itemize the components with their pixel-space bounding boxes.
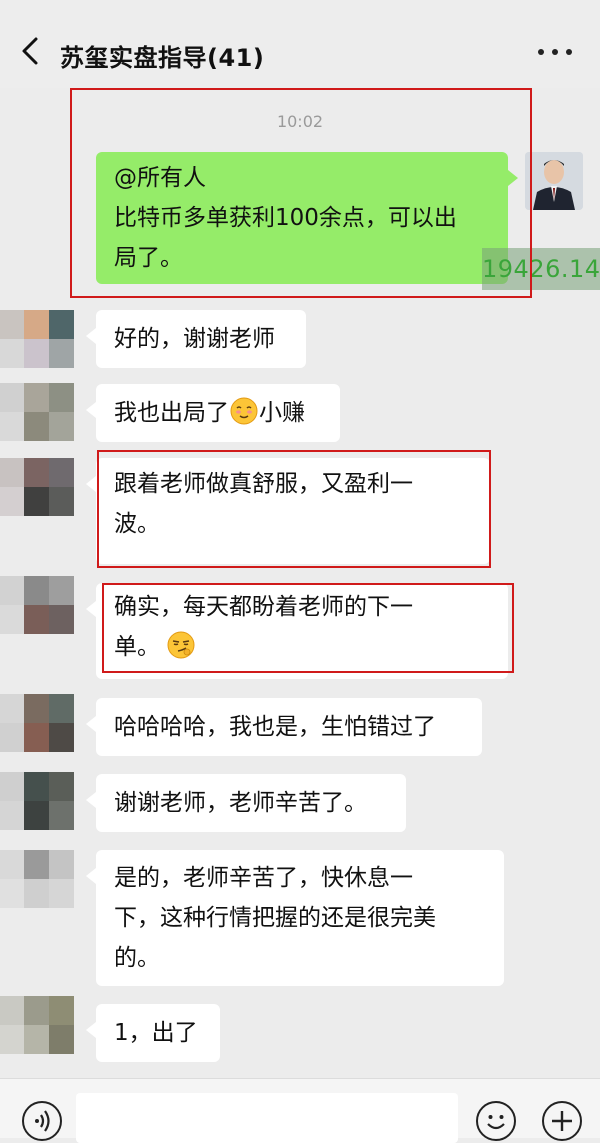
highlight-box-outgoing — [70, 88, 532, 298]
add-icon[interactable] — [542, 1101, 582, 1141]
avatar[interactable] — [0, 576, 74, 634]
message-line: 下，这种行情把握的还是很完美 — [114, 905, 436, 931]
incoming-message[interactable]: 我也出局了 小赚 — [86, 384, 340, 442]
message-line: 是的，老师辛苦了，快休息一 — [114, 865, 413, 891]
incoming-message[interactable]: 1，出了 — [86, 1004, 220, 1062]
input-bar — [0, 1078, 600, 1143]
incoming-message[interactable]: 是的，老师辛苦了，快休息一 下，这种行情把握的还是很完美 的。 — [86, 850, 504, 986]
message-text: 哈哈哈哈，我也是，生怕错过了 — [114, 714, 436, 740]
incoming-message[interactable]: 谢谢老师，老师辛苦了。 — [86, 774, 406, 832]
message-text: 小赚 — [259, 400, 305, 426]
message-line: 的。 — [114, 945, 160, 971]
avatar[interactable] — [0, 694, 74, 752]
avatar[interactable] — [0, 772, 74, 830]
incoming-message[interactable]: 好的，谢谢老师 — [86, 310, 306, 368]
chat-title: 苏玺实盘指导(41) — [60, 44, 265, 72]
message-input[interactable] — [76, 1093, 458, 1143]
highlight-box — [102, 583, 514, 673]
more-dots-icon[interactable] — [534, 42, 578, 62]
highlight-box — [97, 450, 491, 568]
message-text: 谢谢老师，老师辛苦了。 — [114, 790, 367, 816]
sender-avatar[interactable] — [525, 152, 583, 210]
message-text: 好的，谢谢老师 — [114, 326, 275, 352]
avatar[interactable] — [0, 996, 74, 1054]
back-chevron-icon[interactable] — [18, 36, 44, 66]
voice-icon[interactable] — [22, 1101, 62, 1141]
avatar[interactable] — [0, 850, 74, 908]
status-bar — [0, 0, 600, 12]
nav-bar: 苏玺实盘指导(41) — [0, 12, 600, 88]
incoming-message[interactable]: 哈哈哈哈，我也是，生怕错过了 — [86, 698, 482, 756]
message-text: 1，出了 — [114, 1020, 198, 1046]
avatar[interactable] — [0, 310, 74, 368]
smile-emoji-icon — [229, 396, 259, 426]
message-text: 我也出局了 — [114, 400, 229, 426]
chat-area[interactable]: 10:02 @所有人 比特币多单获利100余点，可以出 局了。 19426.14 — [0, 88, 600, 1078]
avatar[interactable] — [0, 458, 74, 516]
avatar[interactable] — [0, 383, 74, 441]
emoji-icon[interactable] — [476, 1101, 516, 1141]
